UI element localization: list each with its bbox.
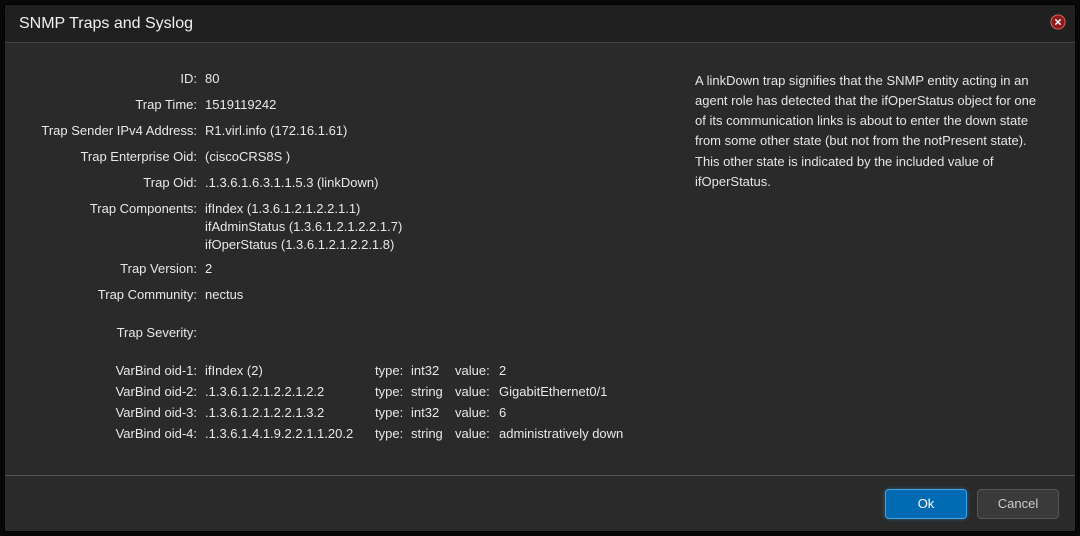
row-trap-severity: Trap Severity: xyxy=(25,325,665,345)
varbind-oid: .1.3.6.1.2.1.2.2.1.2.2 xyxy=(205,384,375,399)
component-line-3: ifOperStatus (1.3.6.1.2.1.2.2.1.8) xyxy=(205,237,665,252)
value-trap-oid: .1.3.6.1.6.3.1.1.5.3 (linkDown) xyxy=(205,175,665,190)
label-trap-components: Trap Components: xyxy=(25,201,205,216)
varbind-type-label: type: xyxy=(375,405,411,420)
varbind-value: 6 xyxy=(499,405,665,420)
varbind-value: administratively down xyxy=(499,426,665,441)
row-trap-community: Trap Community: nectus xyxy=(25,287,665,307)
label-trap-oid: Trap Oid: xyxy=(25,175,205,190)
row-sender: Trap Sender IPv4 Address: R1.virl.info (… xyxy=(25,123,665,143)
value-trap-components: ifIndex (1.3.6.1.2.1.2.2.1.1) ifAdminSta… xyxy=(205,201,665,255)
varbind-label: VarBind oid-4: xyxy=(25,426,205,441)
value-trap-time: 1519119242 xyxy=(205,97,665,112)
value-id: 80 xyxy=(205,71,665,86)
label-enterprise-oid: Trap Enterprise Oid: xyxy=(25,149,205,164)
close-button[interactable] xyxy=(1049,13,1067,31)
details-pane: ID: 80 Trap Time: 1519119242 Trap Sender… xyxy=(25,71,665,455)
dialog-body: ID: 80 Trap Time: 1519119242 Trap Sender… xyxy=(5,43,1075,475)
value-enterprise-oid: (ciscoCRS8S ) xyxy=(205,149,665,164)
component-line-1: ifIndex (1.3.6.1.2.1.2.2.1.1) xyxy=(205,201,665,216)
label-trap-time: Trap Time: xyxy=(25,97,205,112)
varbind-oid: .1.3.6.1.4.1.9.2.2.1.1.20.2 xyxy=(205,426,375,441)
varbind-type-label: type: xyxy=(375,384,411,399)
varbind-label: VarBind oid-1: xyxy=(25,363,205,378)
varbind-row: VarBind oid-1:ifIndex (2)type:int32value… xyxy=(25,363,665,378)
varbind-oid: ifIndex (2) xyxy=(205,363,375,378)
row-trap-time: Trap Time: 1519119242 xyxy=(25,97,665,117)
trap-description: A linkDown trap signifies that the SNMP … xyxy=(695,71,1045,192)
varbind-type-value: string xyxy=(411,426,455,441)
titlebar: SNMP Traps and Syslog xyxy=(5,5,1075,43)
varbind-label: VarBind oid-3: xyxy=(25,405,205,420)
close-icon xyxy=(1050,14,1066,30)
label-id: ID: xyxy=(25,71,205,86)
varbind-value: GigabitEthernet0/1 xyxy=(499,384,665,399)
dialog-title: SNMP Traps and Syslog xyxy=(19,15,193,33)
row-trap-version: Trap Version: 2 xyxy=(25,261,665,281)
varbind-oid: .1.3.6.1.2.1.2.2.1.3.2 xyxy=(205,405,375,420)
cancel-button[interactable]: Cancel xyxy=(977,489,1059,519)
label-sender: Trap Sender IPv4 Address: xyxy=(25,123,205,138)
varbind-type-value: int32 xyxy=(411,363,455,378)
varbind-value: 2 xyxy=(499,363,665,378)
dialog-snmp-traps: SNMP Traps and Syslog ID: 80 Trap Time: … xyxy=(4,4,1076,532)
varbind-row: VarBind oid-3:.1.3.6.1.2.1.2.2.1.3.2type… xyxy=(25,405,665,420)
label-trap-community: Trap Community: xyxy=(25,287,205,302)
varbind-row: VarBind oid-4:.1.3.6.1.4.1.9.2.2.1.1.20.… xyxy=(25,426,665,441)
varbind-value-label: value: xyxy=(455,363,499,378)
ok-button[interactable]: Ok xyxy=(885,489,967,519)
varbind-label: VarBind oid-2: xyxy=(25,384,205,399)
dialog-footer: Ok Cancel xyxy=(5,475,1075,531)
varbind-type-value: string xyxy=(411,384,455,399)
value-trap-version: 2 xyxy=(205,261,665,276)
varbind-value-label: value: xyxy=(455,405,499,420)
component-line-2: ifAdminStatus (1.3.6.1.2.1.2.2.1.7) xyxy=(205,219,665,234)
varbind-row: VarBind oid-2:.1.3.6.1.2.1.2.2.1.2.2type… xyxy=(25,384,665,399)
value-trap-community: nectus xyxy=(205,287,665,302)
value-sender: R1.virl.info (172.16.1.61) xyxy=(205,123,665,138)
description-pane: A linkDown trap signifies that the SNMP … xyxy=(695,71,1055,455)
varbind-value-label: value: xyxy=(455,384,499,399)
row-trap-oid: Trap Oid: .1.3.6.1.6.3.1.1.5.3 (linkDown… xyxy=(25,175,665,195)
varbind-value-label: value: xyxy=(455,426,499,441)
label-trap-severity: Trap Severity: xyxy=(25,325,205,340)
varbind-type-value: int32 xyxy=(411,405,455,420)
row-id: ID: 80 xyxy=(25,71,665,91)
row-trap-components: Trap Components: ifIndex (1.3.6.1.2.1.2.… xyxy=(25,201,665,255)
label-trap-version: Trap Version: xyxy=(25,261,205,276)
row-enterprise-oid: Trap Enterprise Oid: (ciscoCRS8S ) xyxy=(25,149,665,169)
varbind-type-label: type: xyxy=(375,426,411,441)
varbind-type-label: type: xyxy=(375,363,411,378)
